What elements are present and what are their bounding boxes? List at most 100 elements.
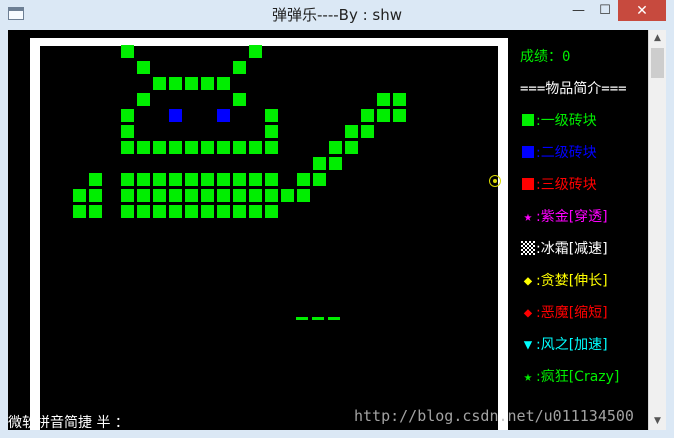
green-brick [73,189,86,202]
green-brick [169,141,182,154]
green-brick [265,205,278,218]
green-brick [201,141,214,154]
green-brick [249,45,262,58]
scroll-up-arrow-icon[interactable]: ▲ [649,30,666,47]
green-brick [121,205,134,218]
watermark-text: http://blog.csdn.net/u011134500 [354,407,634,425]
legend-item-crazy: ★:疯狂[Crazy] [520,366,620,386]
green-brick [217,141,230,154]
minimize-button[interactable]: — [565,0,592,21]
green-brick [249,189,262,202]
green-brick [265,189,278,202]
green-brick [121,141,134,154]
legend-label: :一级砖块 [536,113,597,129]
green-brick [137,205,150,218]
green-brick [249,141,262,154]
green-brick [169,77,182,90]
legend-item-frost: :冰霜[减速] [520,238,608,258]
green-brick [329,157,342,170]
paddle [296,317,344,320]
green-brick [345,125,358,138]
console-area: 成绩：0 ===物品简介=== :一级砖块 :二级砖块 :三级砖块 ★:紫金[穿… [8,30,648,430]
legend-label: :贪婪[伸长] [536,273,608,289]
green-brick [313,173,326,186]
green-brick [297,189,310,202]
green-brick [121,45,134,58]
green-brick [377,109,390,122]
blue-brick [169,109,182,122]
blue-square-icon [520,145,536,161]
green-brick [265,109,278,122]
score-row: 成绩：0 [520,46,570,66]
green-brick [153,189,166,202]
green-brick [169,189,182,202]
green-brick [361,109,374,122]
green-brick [249,173,262,186]
diamond-icon: ◆ [523,305,533,321]
green-brick [121,125,134,138]
green-brick [185,205,198,218]
green-brick [297,173,310,186]
green-brick [121,173,134,186]
maximize-button[interactable]: ☐ [592,0,618,21]
green-brick [185,77,198,90]
close-button[interactable]: ✕ [618,0,666,21]
blue-brick [217,109,230,122]
green-brick [153,141,166,154]
green-brick [313,157,326,170]
ball [489,175,501,187]
title-bar: 弹弹乐----By : shw — ☐ ✕ [0,0,674,29]
score-value: 0 [562,49,571,65]
legend-label: :恶魔[缩短] [536,305,608,321]
green-brick [89,205,102,218]
green-brick [233,141,246,154]
green-brick [137,61,150,74]
green-brick [377,93,390,106]
score-label: 成绩： [520,49,562,65]
red-square-icon [520,177,536,193]
green-brick [89,173,102,186]
green-brick [249,205,262,218]
green-brick [201,173,214,186]
green-brick [121,109,134,122]
green-brick [217,77,230,90]
green-brick [233,205,246,218]
legend-item-level2-brick: :二级砖块 [520,142,597,162]
star-icon: ★ [523,369,533,385]
legend-item-purple-gold: ★:紫金[穿透] [520,206,608,226]
green-brick [233,189,246,202]
green-brick [233,61,246,74]
green-brick [233,173,246,186]
triangle-down-icon: ▼ [523,337,533,353]
green-brick [153,173,166,186]
vertical-scrollbar[interactable]: ▲ ▼ [648,30,666,430]
green-brick [201,205,214,218]
green-brick [345,141,358,154]
green-brick [137,141,150,154]
green-brick [185,173,198,186]
legend-label: :三级砖块 [536,177,597,193]
scroll-thumb[interactable] [651,48,664,78]
green-brick [121,189,134,202]
green-brick [137,189,150,202]
legend-label: :紫金[穿透] [536,209,608,225]
items-header: ===物品简介=== [520,81,627,97]
green-brick [265,141,278,154]
green-brick [153,77,166,90]
green-brick [329,141,342,154]
green-brick [153,205,166,218]
green-brick [137,93,150,106]
green-brick [265,173,278,186]
legend-label: :二级砖块 [536,145,597,161]
legend-label: :风之[加速] [536,337,608,353]
green-brick [73,205,86,218]
green-brick [265,125,278,138]
scroll-down-arrow-icon[interactable]: ▼ [649,413,666,430]
green-brick [89,189,102,202]
green-brick [217,189,230,202]
game-field [30,38,508,430]
green-brick [361,125,374,138]
legend-item-level1-brick: :一级砖块 [520,110,597,130]
ime-status-text: 微软拼音简捷 半 ： [8,415,129,431]
green-brick [201,77,214,90]
